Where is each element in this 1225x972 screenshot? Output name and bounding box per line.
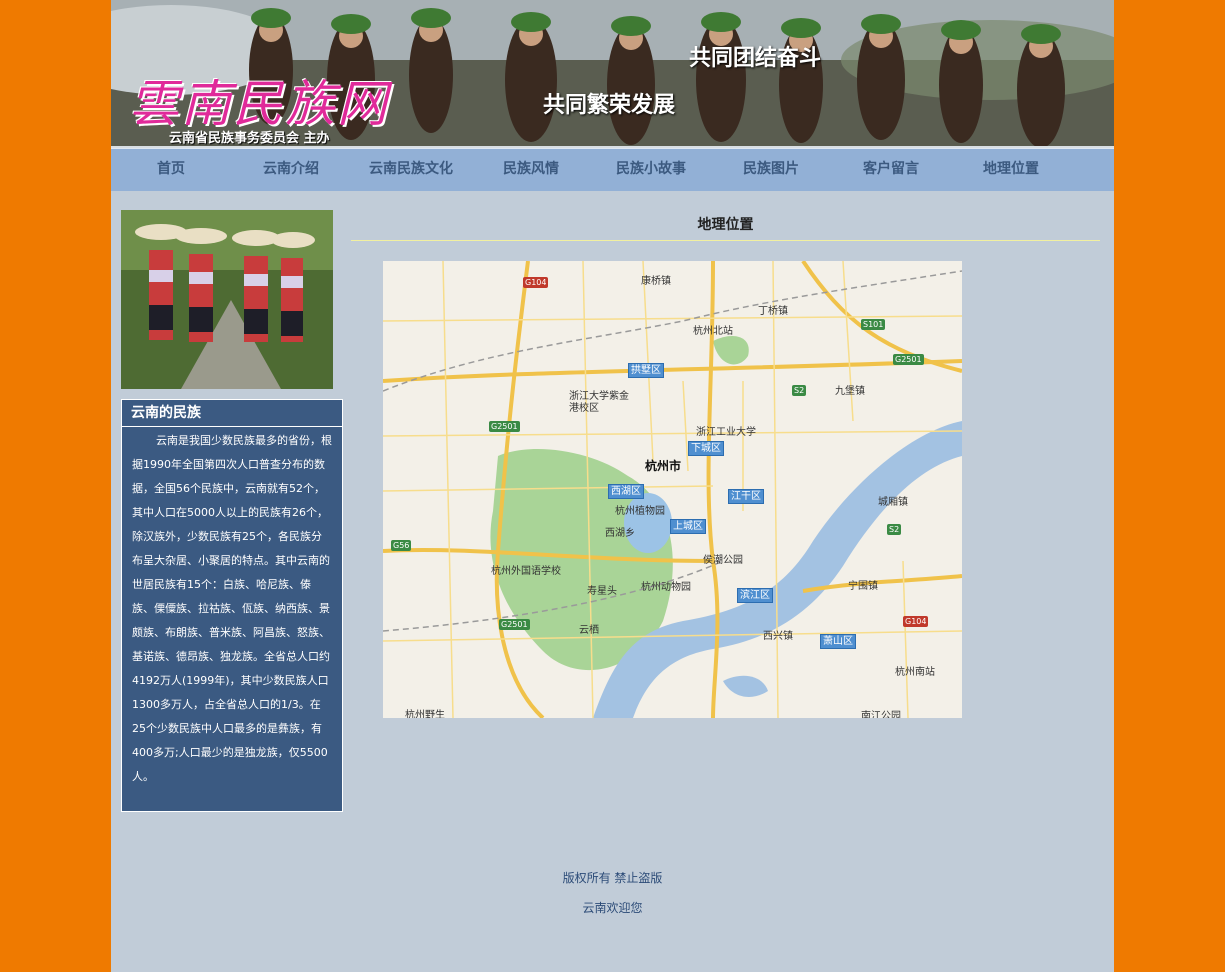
map-district: 下城区	[688, 441, 724, 456]
banner: 雲南民族网 云南省民族事务委员会 主办 共同团结奋斗 共同繁荣发展	[111, 0, 1114, 148]
footer-welcome: 云南欢迎您	[582, 901, 643, 915]
map-place: 杭州北站	[693, 326, 733, 337]
map-highway: S2	[792, 385, 807, 396]
map-place: 杭州外国语学校	[491, 566, 561, 577]
map-place: 寿星头	[587, 586, 617, 597]
slogan-2: 共同繁荣发展	[543, 93, 676, 118]
map-highway: G2501	[489, 421, 520, 432]
map-place: 杭州野生	[405, 710, 445, 718]
sidebar-box: 云南的民族 云南是我国少数民族最多的省份，根据1990年全国第四次人口普查分布的…	[121, 399, 343, 812]
map-place: 南江公园	[861, 711, 901, 718]
map-place: 浙江工业大学	[696, 427, 756, 438]
map-district: 萧山区	[820, 634, 856, 649]
host-text: 云南省民族事务委员会 主办	[169, 131, 330, 146]
map-place: 西湖乡	[605, 528, 635, 539]
map-highway: S2	[887, 524, 902, 535]
map-district: 上城区	[670, 519, 706, 534]
page-container: 雲南民族网 云南省民族事务委员会 主办 共同团结奋斗 共同繁荣发展 首页 云南介…	[111, 0, 1114, 972]
map-district: 滨江区	[737, 588, 773, 603]
map-place: 西兴镇	[763, 631, 793, 642]
map-highway: G104	[523, 277, 549, 288]
page-title: 地理位置	[697, 217, 754, 233]
map-place: 丁桥镇	[758, 306, 788, 317]
map-highway: G2501	[893, 354, 924, 365]
nav-ethnic-stories[interactable]: 民族小故事	[591, 149, 711, 191]
main-nav: 首页 云南介绍 云南民族文化 民族风情 民族小故事 民族图片 客户留言 地理位置	[111, 148, 1114, 191]
map-highway: G56	[391, 540, 412, 551]
map-place: 宁围镇	[848, 581, 878, 592]
map-highway: G104	[903, 616, 929, 627]
nav-ethnic-culture[interactable]: 云南民族文化	[351, 149, 471, 191]
map-place: 浙江大学紫金港校区	[569, 391, 629, 414]
sidebar-photo	[121, 210, 333, 389]
map-place: 杭州动物园	[641, 582, 691, 593]
nav-guestbook[interactable]: 客户留言	[831, 149, 951, 191]
map-place: 云栖	[579, 625, 599, 636]
nav-yunnan-intro[interactable]: 云南介绍	[231, 149, 351, 191]
site-logo: 雲南民族网	[129, 75, 389, 133]
map-place: 侯潮公园	[703, 555, 743, 566]
sidebar-title: 云南的民族	[122, 400, 342, 427]
map-district: 拱墅区	[628, 363, 664, 378]
map-place: 康桥镇	[641, 276, 671, 287]
map-highway: S101	[861, 319, 886, 330]
nav-ethnic-customs[interactable]: 民族风情	[471, 149, 591, 191]
nav-ethnic-photos[interactable]: 民族图片	[711, 149, 831, 191]
map-city-label: 杭州市	[645, 459, 682, 473]
map-district: 西湖区	[608, 484, 644, 499]
title-divider	[351, 240, 1100, 241]
sidebar-text: 云南是我国少数民族最多的省份，根据1990年全国第四次人口普查分布的数据，全国5…	[132, 434, 332, 783]
footer-copyright: 版权所有 禁止盗版	[562, 871, 663, 885]
nav-home[interactable]: 首页	[111, 149, 231, 191]
slogan-1: 共同团结奋斗	[689, 46, 822, 71]
map-district: 江干区	[728, 489, 764, 504]
map-place: 城厢镇	[878, 497, 908, 508]
location-map[interactable]: 杭州市 拱墅区 西湖区 下城区 江干区 上城区 滨江区 萧山区 康桥镇 丁桥镇 …	[383, 261, 962, 718]
map-place: 杭州南站	[895, 667, 935, 678]
map-highway: G2501	[499, 619, 530, 630]
map-place: 杭州植物园	[615, 506, 665, 517]
map-place: 九堡镇	[835, 386, 865, 397]
nav-location[interactable]: 地理位置	[951, 149, 1071, 191]
